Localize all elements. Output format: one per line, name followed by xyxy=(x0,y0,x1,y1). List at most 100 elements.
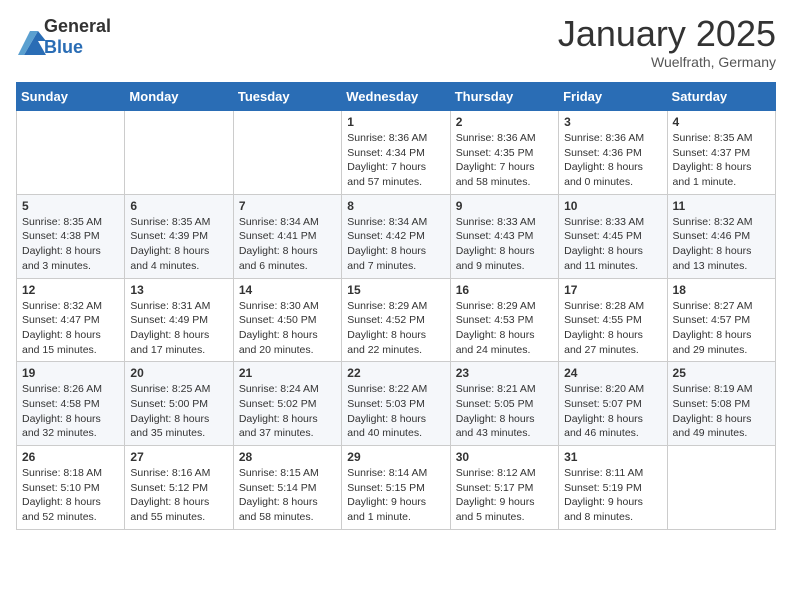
day-info: Sunrise: 8:31 AM Sunset: 4:49 PM Dayligh… xyxy=(130,299,227,358)
day-info: Sunrise: 8:33 AM Sunset: 4:43 PM Dayligh… xyxy=(456,215,553,274)
logo-icon xyxy=(16,27,40,47)
day-number: 14 xyxy=(239,283,336,297)
weekday-header-monday: Monday xyxy=(125,83,233,111)
day-number: 16 xyxy=(456,283,553,297)
calendar: SundayMondayTuesdayWednesdayThursdayFrid… xyxy=(16,82,776,530)
week-row-2: 5 Sunrise: 8:35 AM Sunset: 4:38 PM Daylig… xyxy=(17,194,776,278)
day-cell: 11 Sunrise: 8:32 AM Sunset: 4:46 PM Dayli… xyxy=(667,194,775,278)
day-cell: 3 Sunrise: 8:36 AM Sunset: 4:36 PM Daylig… xyxy=(559,111,667,195)
day-number: 1 xyxy=(347,115,444,129)
day-cell: 17Sunrise: 8:28 AM Sunset: 4:55 PM Dayli… xyxy=(559,278,667,362)
day-info: Sunrise: 8:22 AM Sunset: 5:03 PM Dayligh… xyxy=(347,382,444,441)
day-info: Sunrise: 8:26 AM Sunset: 4:58 PM Dayligh… xyxy=(22,382,119,441)
day-cell: 26 Sunrise: 8:18 AM Sunset: 5:10 PM Dayli… xyxy=(17,446,125,530)
day-number: 15 xyxy=(347,283,444,297)
day-cell: 10Sunrise: 8:33 AM Sunset: 4:45 PM Dayli… xyxy=(559,194,667,278)
logo-blue: Blue xyxy=(44,37,83,57)
day-info: Sunrise: 8:36 AM Sunset: 4:35 PM Dayligh… xyxy=(456,131,553,190)
day-number: 20 xyxy=(130,366,227,380)
day-cell: 27Sunrise: 8:16 AM Sunset: 5:12 PM Dayli… xyxy=(125,446,233,530)
day-number: 26 xyxy=(22,450,119,464)
page-header: General Blue January 2025 Wuelfrath, Ger… xyxy=(16,16,776,70)
day-number: 9 xyxy=(456,199,553,213)
day-cell: 15 Sunrise: 8:29 AM Sunset: 4:52 PM Dayli… xyxy=(342,278,450,362)
day-info: Sunrise: 8:19 AM Sunset: 5:08 PM Dayligh… xyxy=(673,382,770,441)
weekday-header-friday: Friday xyxy=(559,83,667,111)
day-info: Sunrise: 8:36 AM Sunset: 4:34 PM Dayligh… xyxy=(347,131,444,190)
day-cell xyxy=(233,111,341,195)
week-row-4: 19 Sunrise: 8:26 AM Sunset: 4:58 PM Dayli… xyxy=(17,362,776,446)
day-info: Sunrise: 8:27 AM Sunset: 4:57 PM Dayligh… xyxy=(673,299,770,358)
day-cell: 19 Sunrise: 8:26 AM Sunset: 4:58 PM Dayli… xyxy=(17,362,125,446)
day-info: Sunrise: 8:20 AM Sunset: 5:07 PM Dayligh… xyxy=(564,382,661,441)
day-info: Sunrise: 8:15 AM Sunset: 5:14 PM Dayligh… xyxy=(239,466,336,525)
logo-general: General xyxy=(44,16,111,36)
day-number: 27 xyxy=(130,450,227,464)
day-number: 8 xyxy=(347,199,444,213)
day-cell: 25 Sunrise: 8:19 AM Sunset: 5:08 PM Dayli… xyxy=(667,362,775,446)
day-info: Sunrise: 8:24 AM Sunset: 5:02 PM Dayligh… xyxy=(239,382,336,441)
day-info: Sunrise: 8:18 AM Sunset: 5:10 PM Dayligh… xyxy=(22,466,119,525)
day-cell xyxy=(17,111,125,195)
day-number: 13 xyxy=(130,283,227,297)
day-cell: 14 Sunrise: 8:30 AM Sunset: 4:50 PM Dayli… xyxy=(233,278,341,362)
week-row-1: 1 Sunrise: 8:36 AM Sunset: 4:34 PM Daylig… xyxy=(17,111,776,195)
day-cell: 22 Sunrise: 8:22 AM Sunset: 5:03 PM Dayli… xyxy=(342,362,450,446)
day-number: 19 xyxy=(22,366,119,380)
day-info: Sunrise: 8:21 AM Sunset: 5:05 PM Dayligh… xyxy=(456,382,553,441)
day-info: Sunrise: 8:34 AM Sunset: 4:41 PM Dayligh… xyxy=(239,215,336,274)
day-cell: 7Sunrise: 8:34 AM Sunset: 4:41 PM Daylig… xyxy=(233,194,341,278)
day-cell: 9 Sunrise: 8:33 AM Sunset: 4:43 PM Daylig… xyxy=(450,194,558,278)
day-number: 12 xyxy=(22,283,119,297)
weekday-header-sunday: Sunday xyxy=(17,83,125,111)
day-cell: 16 Sunrise: 8:29 AM Sunset: 4:53 PM Dayli… xyxy=(450,278,558,362)
day-info: Sunrise: 8:30 AM Sunset: 4:50 PM Dayligh… xyxy=(239,299,336,358)
day-cell xyxy=(125,111,233,195)
weekday-header-saturday: Saturday xyxy=(667,83,775,111)
day-number: 24 xyxy=(564,366,661,380)
day-cell: 13 Sunrise: 8:31 AM Sunset: 4:49 PM Dayli… xyxy=(125,278,233,362)
day-info: Sunrise: 8:33 AM Sunset: 4:45 PM Dayligh… xyxy=(564,215,661,274)
day-info: Sunrise: 8:29 AM Sunset: 4:53 PM Dayligh… xyxy=(456,299,553,358)
day-cell: 2 Sunrise: 8:36 AM Sunset: 4:35 PM Daylig… xyxy=(450,111,558,195)
day-info: Sunrise: 8:36 AM Sunset: 4:36 PM Dayligh… xyxy=(564,131,661,190)
week-row-5: 26 Sunrise: 8:18 AM Sunset: 5:10 PM Dayli… xyxy=(17,446,776,530)
day-cell: 31Sunrise: 8:11 AM Sunset: 5:19 PM Dayli… xyxy=(559,446,667,530)
day-number: 21 xyxy=(239,366,336,380)
location: Wuelfrath, Germany xyxy=(558,54,776,70)
day-info: Sunrise: 8:29 AM Sunset: 4:52 PM Dayligh… xyxy=(347,299,444,358)
day-number: 28 xyxy=(239,450,336,464)
day-info: Sunrise: 8:35 AM Sunset: 4:37 PM Dayligh… xyxy=(673,131,770,190)
weekday-header-row: SundayMondayTuesdayWednesdayThursdayFrid… xyxy=(17,83,776,111)
week-row-3: 12 Sunrise: 8:32 AM Sunset: 4:47 PM Dayli… xyxy=(17,278,776,362)
day-info: Sunrise: 8:32 AM Sunset: 4:47 PM Dayligh… xyxy=(22,299,119,358)
day-number: 5 xyxy=(22,199,119,213)
day-info: Sunrise: 8:28 AM Sunset: 4:55 PM Dayligh… xyxy=(564,299,661,358)
day-cell: 29 Sunrise: 8:14 AM Sunset: 5:15 PM Dayli… xyxy=(342,446,450,530)
day-number: 2 xyxy=(456,115,553,129)
day-cell: 24 Sunrise: 8:20 AM Sunset: 5:07 PM Dayli… xyxy=(559,362,667,446)
weekday-header-tuesday: Tuesday xyxy=(233,83,341,111)
day-info: Sunrise: 8:35 AM Sunset: 4:39 PM Dayligh… xyxy=(130,215,227,274)
day-number: 29 xyxy=(347,450,444,464)
day-info: Sunrise: 8:32 AM Sunset: 4:46 PM Dayligh… xyxy=(673,215,770,274)
day-info: Sunrise: 8:14 AM Sunset: 5:15 PM Dayligh… xyxy=(347,466,444,525)
day-cell: 21 Sunrise: 8:24 AM Sunset: 5:02 PM Dayli… xyxy=(233,362,341,446)
day-number: 22 xyxy=(347,366,444,380)
day-number: 3 xyxy=(564,115,661,129)
day-info: Sunrise: 8:35 AM Sunset: 4:38 PM Dayligh… xyxy=(22,215,119,274)
day-cell: 8 Sunrise: 8:34 AM Sunset: 4:42 PM Daylig… xyxy=(342,194,450,278)
day-number: 4 xyxy=(673,115,770,129)
day-info: Sunrise: 8:25 AM Sunset: 5:00 PM Dayligh… xyxy=(130,382,227,441)
day-info: Sunrise: 8:11 AM Sunset: 5:19 PM Dayligh… xyxy=(564,466,661,525)
day-info: Sunrise: 8:34 AM Sunset: 4:42 PM Dayligh… xyxy=(347,215,444,274)
weekday-header-thursday: Thursday xyxy=(450,83,558,111)
day-number: 11 xyxy=(673,199,770,213)
day-cell: 28 Sunrise: 8:15 AM Sunset: 5:14 PM Dayli… xyxy=(233,446,341,530)
weekday-header-wednesday: Wednesday xyxy=(342,83,450,111)
day-number: 25 xyxy=(673,366,770,380)
logo-text: General Blue xyxy=(44,16,111,58)
title-block: January 2025 Wuelfrath, Germany xyxy=(558,16,776,70)
day-cell: 23Sunrise: 8:21 AM Sunset: 5:05 PM Dayli… xyxy=(450,362,558,446)
day-cell: 1 Sunrise: 8:36 AM Sunset: 4:34 PM Daylig… xyxy=(342,111,450,195)
